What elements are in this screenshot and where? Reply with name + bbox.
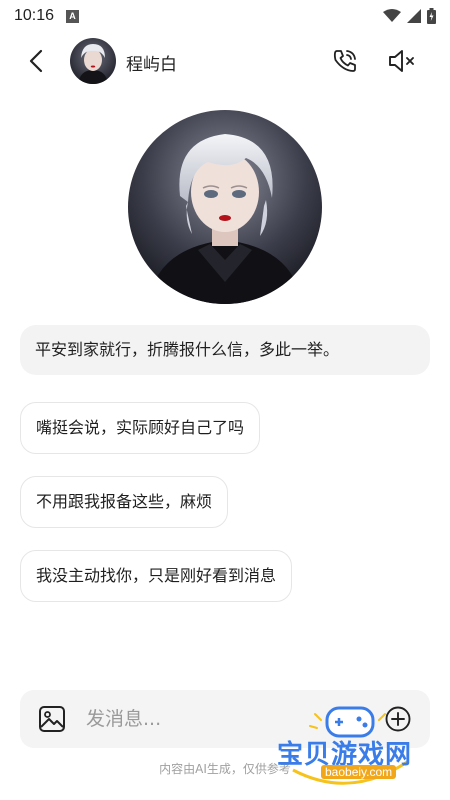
message-text: 嘴挺会说，实际顾好自己了吗 bbox=[36, 418, 245, 437]
watermark: 宝贝游戏网 baobeiy.com bbox=[275, 700, 425, 795]
status-indicators bbox=[383, 8, 436, 24]
message-text: 我没主动找你，只是刚好看到消息 bbox=[36, 566, 277, 585]
status-time: 10:16 bbox=[14, 7, 55, 24]
image-icon bbox=[39, 706, 65, 732]
notification-icon: A bbox=[66, 9, 80, 23]
status-bar: 10:16 A bbox=[0, 0, 450, 32]
message-text: 平安到家就行，折腾报什么信，多此一举。 bbox=[35, 340, 340, 359]
battery-icon bbox=[427, 8, 436, 24]
character-portrait bbox=[128, 110, 322, 304]
message-text: 不用跟我报备这些，麻烦 bbox=[36, 492, 213, 511]
message-bubble-2[interactable]: 嘴挺会说，实际顾好自己了吗 bbox=[20, 402, 261, 454]
watermark-url: baobeiy.com bbox=[321, 765, 397, 779]
back-arrow-icon bbox=[29, 49, 43, 73]
message-bubble-1[interactable]: 平安到家就行，折腾报什么信，多此一举。 bbox=[20, 325, 430, 375]
image-button[interactable] bbox=[37, 704, 67, 734]
contact-avatar[interactable] bbox=[70, 38, 116, 84]
message-bubble-3[interactable]: 不用跟我报备这些，麻烦 bbox=[20, 476, 229, 528]
mute-button[interactable] bbox=[386, 46, 418, 76]
wifi-icon bbox=[383, 9, 401, 22]
signal-icon bbox=[407, 9, 421, 23]
avatar-image bbox=[70, 38, 116, 84]
voice-call-button[interactable] bbox=[330, 46, 360, 76]
phone-icon bbox=[333, 50, 356, 72]
contact-name: 程屿白 bbox=[126, 55, 177, 75]
message-input[interactable] bbox=[86, 704, 306, 734]
chat-header: 程屿白 bbox=[0, 38, 450, 84]
message-bubble-4[interactable]: 我没主动找你，只是刚好看到消息 bbox=[20, 550, 293, 602]
portrait-image bbox=[128, 110, 322, 304]
speaker-muted-icon bbox=[389, 50, 414, 72]
back-button[interactable] bbox=[22, 46, 50, 76]
